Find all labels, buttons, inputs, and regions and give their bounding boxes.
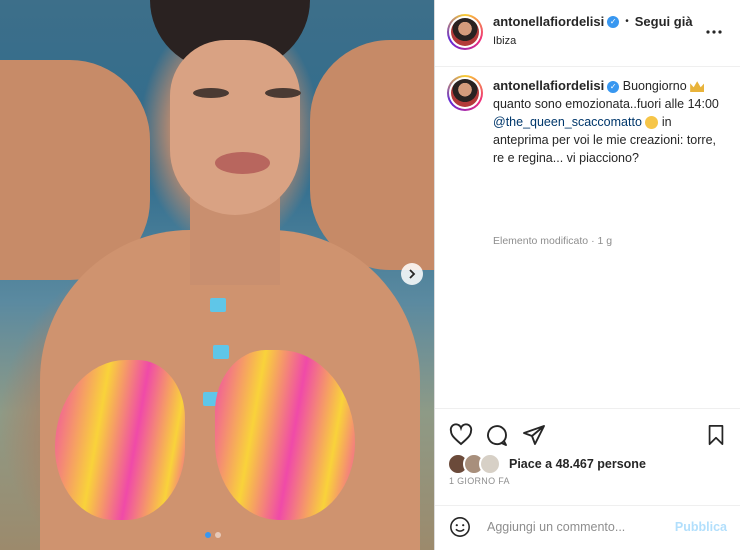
caption-text-start: Buongiorno <box>622 79 687 93</box>
share-icon[interactable] <box>522 423 546 447</box>
chevron-right-icon <box>409 269 416 279</box>
edited-separator: · <box>591 235 595 247</box>
header-username[interactable]: antonellafiordelisi <box>493 14 604 29</box>
emoji-picker-icon[interactable] <box>449 516 471 538</box>
photo-arm-right <box>310 40 434 270</box>
verified-badge-icon: ✓ <box>607 15 620 28</box>
caption-avatar[interactable] <box>447 75 483 111</box>
photo-eye-right <box>265 88 301 98</box>
edited-age[interactable]: 1 g <box>597 235 612 247</box>
publish-button[interactable]: Pubblica <box>675 520 727 534</box>
verified-badge-icon: ✓ <box>607 80 620 93</box>
post-photo[interactable] <box>0 0 434 550</box>
avatar[interactable] <box>447 14 483 50</box>
header-line: antonellafiordelisi ✓ • Segui già <box>493 14 693 29</box>
header-separator: • <box>625 16 629 27</box>
pendant-tower <box>210 298 226 312</box>
edited-note: Elemento modificato · 1 g <box>493 235 612 247</box>
comment-icon[interactable] <box>485 423 509 447</box>
comment-box: Pubblica <box>435 505 740 551</box>
pendant-queen <box>213 345 229 359</box>
carousel-dot <box>215 532 221 538</box>
like-heart-icon[interactable] <box>449 423 473 447</box>
caption-username[interactable]: antonellafiordelisi <box>493 78 604 93</box>
face-emoji-icon <box>645 116 659 130</box>
follow-button[interactable]: Segui già <box>635 14 693 29</box>
carousel-dot-active <box>205 532 211 538</box>
more-options-icon[interactable] <box>706 18 722 39</box>
save-bookmark-icon[interactable] <box>705 423 727 447</box>
photo-eye-left <box>193 88 229 98</box>
carousel-next-button[interactable] <box>401 263 423 285</box>
comment-input[interactable] <box>485 519 669 535</box>
likes-row: Piace a 48.467 persone <box>447 453 646 475</box>
photo-lips <box>215 152 270 174</box>
liker-avatar[interactable] <box>479 453 501 475</box>
actions-section: Piace a 48.467 persone 1 GIORNO FA <box>435 408 740 486</box>
caption-block: antonellafiordelisi ✓ Buongiorno quanto s… <box>435 67 740 407</box>
caption-text: antonellafiordelisi ✓ Buongiorno quanto s… <box>493 77 723 167</box>
crown-emoji-icon <box>690 81 705 93</box>
post-location[interactable]: Ibiza <box>493 35 516 47</box>
likes-count[interactable]: Piace a 48.467 persone <box>509 457 646 471</box>
post-header: antonellafiordelisi ✓ • Segui già Ibiza <box>435 0 740 67</box>
post-sidebar: antonellafiordelisi ✓ • Segui già Ibiza … <box>434 0 740 550</box>
post-time[interactable]: 1 GIORNO FA <box>449 476 510 486</box>
action-row <box>435 409 740 459</box>
photo-face <box>170 40 300 215</box>
caption-mention-link[interactable]: @the_queen_scaccomatto <box>493 115 642 129</box>
carousel-dots <box>205 532 221 538</box>
caption-text-line2: quanto sono emozionata..fuori alle 14:00 <box>493 97 719 111</box>
edited-label: Elemento modificato <box>493 235 589 247</box>
